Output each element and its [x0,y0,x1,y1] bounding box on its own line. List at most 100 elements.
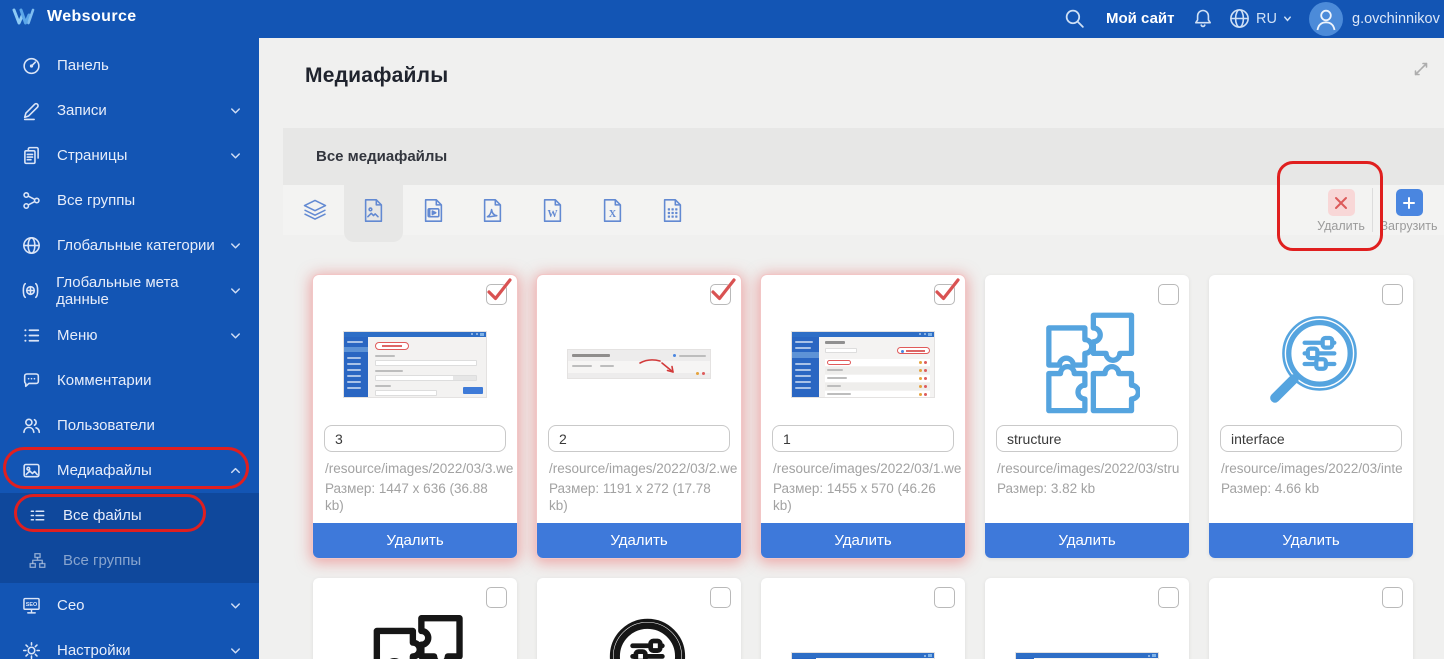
svg-text:SEO: SEO [25,602,36,608]
tab-video[interactable] [404,185,463,235]
card-delete-button[interactable]: Удалить [313,523,517,558]
sidebar-item-label: Комментарии [57,372,152,389]
sidebar-item-menu[interactable]: Меню [0,313,259,358]
card-checkbox[interactable] [1158,587,1179,608]
file-type-tabs: W X Удалить Загрузить [283,185,1444,242]
my-site-link[interactable]: Мой сайт [1106,10,1174,27]
media-path: /resource/images/2022/03/stru [997,461,1180,476]
expand-fullscreen-icon[interactable] [1412,60,1430,83]
card-checkbox-checked[interactable] [486,278,512,305]
image-icon [20,460,42,481]
card-checkbox[interactable] [934,587,955,608]
topbar: Websource Мой сайт RU g.ovchinnikov [0,0,1444,38]
sidebar-item-label: Страницы [57,147,128,164]
websource-logo-icon [12,8,35,25]
media-card [761,578,965,659]
delete-label: Удалить [1317,219,1365,233]
username[interactable]: g.ovchinnikov [1352,11,1444,27]
card-delete-button[interactable]: Удалить [761,523,965,558]
red-checkmark-icon [935,278,960,301]
toolbar-delete-button[interactable]: Удалить [1309,189,1373,233]
sidebar-item-label: Медиафайлы [57,462,152,479]
media-name-input[interactable] [324,425,506,452]
tab-pdf[interactable] [463,185,522,235]
tab-other[interactable] [643,185,702,235]
svg-text:W: W [547,208,557,219]
globe-icon [1230,9,1249,28]
card-checkbox[interactable] [710,587,731,608]
media-name-input[interactable] [1220,425,1402,452]
media-card: /resource/images/2022/03/3.we Размер: 14… [313,275,517,558]
sidebar-item-posts[interactable]: Записи [0,88,259,133]
sidebar-item-global-meta[interactable]: Глобальные мета данные [0,268,259,313]
card-checkbox[interactable] [1382,587,1403,608]
toolbar-upload-button[interactable]: Загрузить [1377,189,1441,233]
sidebar-item-users[interactable]: Пользователи [0,403,259,448]
sidebar-item-mediafiles[interactable]: Медиафайлы [0,448,259,493]
plus-upload-icon [1403,196,1415,209]
tab-images[interactable] [344,185,403,235]
card-checkbox[interactable] [1382,284,1403,305]
sidebar-item-all-groups[interactable]: Все группы [0,178,259,223]
mediafiles-submenu: Все файлы Все группы [0,493,259,583]
file-word-icon: W [543,198,562,222]
file-video-icon [424,198,443,222]
media-card: /resource/images/2022/03/stru Размер: 3.… [985,275,1189,558]
language-switcher[interactable]: RU [1228,7,1293,30]
media-name-input[interactable] [548,425,730,452]
sidebar-item-dashboard[interactable]: Панель [0,43,259,88]
search-icon[interactable] [1063,7,1086,35]
sidebar-item-label: Панель [57,57,109,74]
tab-word[interactable]: W [523,185,582,235]
page-title: Медиафайлы [305,64,449,87]
tab-excel[interactable]: X [583,185,642,235]
media-card [313,578,517,659]
caret-down-icon [1283,16,1291,22]
card-checkbox[interactable] [1158,284,1179,305]
media-card: /resource/images/2022/03/inte Размер: 4.… [1209,275,1413,558]
sidebar-item-seo[interactable]: SEO Сео [0,583,259,628]
card-delete-button[interactable]: Удалить [537,523,741,558]
pencil-icon [20,100,42,121]
card-checkbox-checked[interactable] [710,278,736,305]
sidebar-item-pages[interactable]: Страницы [0,133,259,178]
media-name-input[interactable] [996,425,1178,452]
file-image-icon [364,198,383,222]
brand-logo[interactable]: Websource [12,6,137,28]
avatar[interactable] [1309,2,1343,36]
sidebar-item-comments[interactable]: Комментарии [0,358,259,403]
card-delete-button[interactable]: Удалить [1209,523,1413,558]
media-thumbnail-screenshot [549,305,729,423]
person-icon [1316,9,1336,31]
media-path: /resource/images/2022/03/inte [1221,461,1403,476]
card-checkbox[interactable] [486,587,507,608]
list-check-icon [26,506,48,525]
users-icon [20,415,42,436]
gear-icon [20,640,42,659]
upload-label: Загрузить [1380,219,1438,233]
panel-title: Все медиафайлы [316,148,448,165]
sidebar-subitem-label: Все файлы [63,507,142,524]
sidebar-item-label: Настройки [57,642,131,659]
notifications-bell-icon[interactable] [1192,7,1214,35]
media-path: /resource/images/2022/03/1.we [773,461,962,476]
media-thumbnail-screenshot [325,305,505,423]
media-size: Размер: 1191 x 272 (17.78 kb) [549,481,711,513]
globe-icon [20,235,42,256]
panel-header: Все медиафайлы [283,128,1444,185]
media-size: Размер: 3.82 kb [997,481,1096,496]
red-checkmark-icon [711,278,736,301]
card-delete-button[interactable]: Удалить [985,523,1189,558]
sidebar-item-settings[interactable]: Настройки [0,628,259,659]
sidebar-item-global-categories[interactable]: Глобальные категории [0,223,259,268]
media-size: Размер: 4.66 kb [1221,481,1320,496]
sidebar-subitem-all-files[interactable]: Все файлы [0,493,259,538]
sidebar-subitem-all-groups[interactable]: Все группы [0,538,259,583]
seo-monitor-icon: SEO [20,595,42,616]
media-name-input[interactable] [772,425,954,452]
card-checkbox-checked[interactable] [934,278,960,305]
main-content: Медиафайлы Все медиафайлы W X Удалить За… [259,38,1444,659]
tab-all-files[interactable] [285,185,344,235]
svg-text:X: X [609,208,617,219]
sidebar-item-label: Записи [57,102,107,119]
